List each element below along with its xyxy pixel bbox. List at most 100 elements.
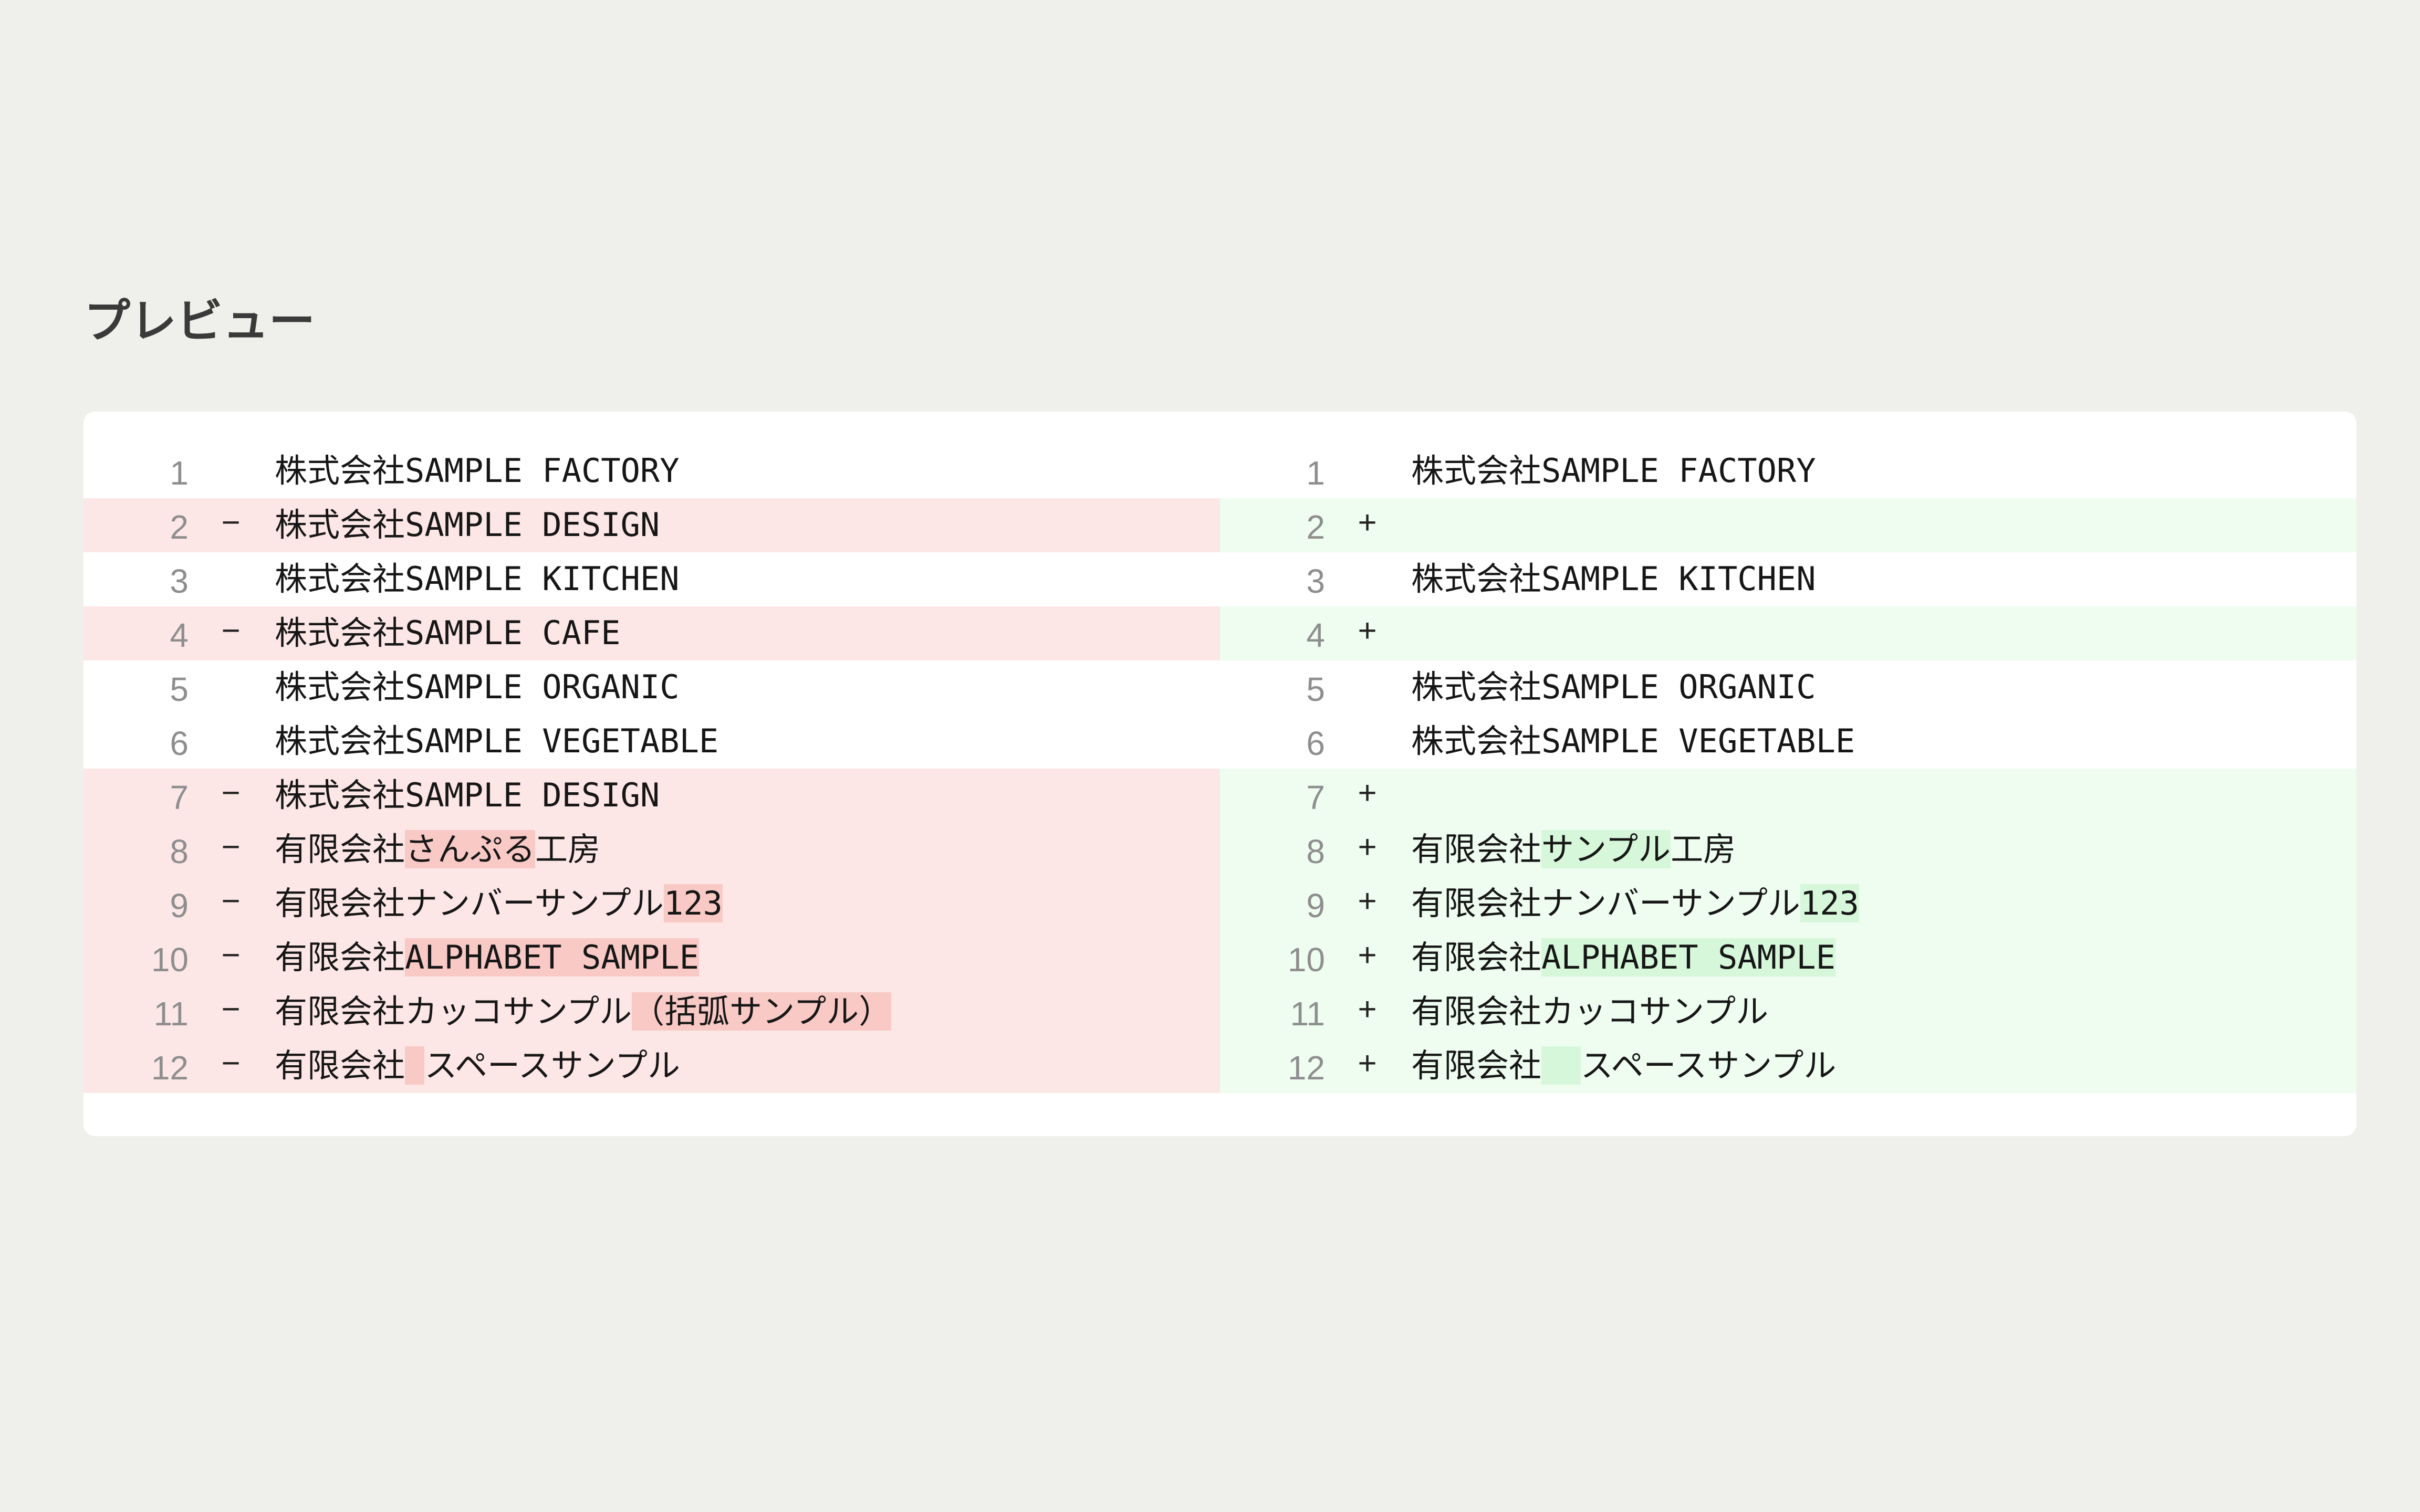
line-number: 12: [1287, 1049, 1325, 1087]
right-diff-row-add: 2 +: [1220, 498, 2356, 552]
right-diff-row-add: 7 +: [1220, 769, 2356, 823]
line-text: 有限会社: [275, 1046, 405, 1085]
added-marker: +: [1358, 614, 1378, 652]
left-diff-row-del: 8− 有限会社さんぷる工房: [84, 823, 1220, 877]
right-diff-row-same: 6 株式会社SAMPLE VEGETABLE: [1220, 715, 2356, 769]
line-number: 5: [1306, 670, 1325, 708]
line-content: 有限会社 スペースサンプル: [275, 1046, 681, 1085]
line-text: 株式会社SAMPLE CAFE: [275, 614, 621, 652]
line-text: スペースサンプル: [1580, 1046, 1837, 1085]
left-diff-row-del: 2− 株式会社SAMPLE DESIGN: [84, 498, 1220, 552]
line-content: 有限会社ALPHABET SAMPLE: [275, 938, 699, 976]
removed-marker: −: [221, 776, 241, 814]
removed-marker: −: [221, 506, 241, 543]
right-diff-row-add: 12 + 有限会社 スペースサンプル: [1220, 1039, 2356, 1093]
page-title: プレビュー: [84, 294, 316, 348]
line-content: 株式会社SAMPLE CAFE: [275, 616, 621, 650]
line-content: 株式会社SAMPLE ORGANIC: [275, 670, 680, 705]
right-diff-row-same: 3 株式会社SAMPLE KITCHEN: [1220, 552, 2356, 606]
added-text-highlight: [1541, 1046, 1581, 1085]
line-text: 有限会社: [1411, 938, 1542, 976]
line-number: 4: [170, 616, 189, 654]
line-text: 工房: [1671, 830, 1736, 868]
line-number: 7: [1306, 779, 1325, 816]
line-content: 株式会社SAMPLE FACTORY: [275, 454, 680, 488]
right-diff-row-add: 4 +: [1220, 606, 2356, 660]
line-number: 8: [1306, 833, 1325, 870]
line-number: 2: [170, 508, 189, 546]
line-text: 有限会社カッコサンプル: [1411, 992, 1769, 1031]
left-diff-row-same: 1 株式会社SAMPLE FACTORY: [84, 444, 1220, 498]
line-content: 有限会社ナンバーサンプル123: [1411, 884, 1859, 922]
line-number: 1: [170, 454, 189, 492]
line-number: 6: [170, 724, 189, 762]
line-text: 株式会社SAMPLE FACTORY: [1411, 452, 1816, 490]
left-diff-row-del: 11− 有限会社カッコサンプル（括弧サンプル）: [84, 985, 1220, 1039]
line-number: 5: [170, 670, 189, 708]
line-text: 有限会社: [1411, 1046, 1542, 1085]
line-text: 有限会社: [1411, 830, 1542, 868]
line-text: スペースサンプル: [424, 1046, 681, 1085]
right-diff-row-same: 1 株式会社SAMPLE FACTORY: [1220, 444, 2356, 498]
line-number: 11: [153, 995, 189, 1033]
removed-marker: −: [221, 939, 241, 976]
removed-text-highlight: （括弧サンプル）: [632, 992, 892, 1031]
line-content: 有限会社カッコサンプル: [1411, 994, 1768, 1029]
line-number: 10: [1287, 941, 1325, 979]
line-text: 株式会社SAMPLE ORGANIC: [275, 668, 680, 706]
left-diff-row-del: 12− 有限会社 スペースサンプル: [84, 1039, 1220, 1093]
right-diff-row-add: 10 + 有限会社ALPHABET SAMPLE: [1220, 931, 2356, 985]
line-content: 有限会社サンプル工房: [1411, 830, 1736, 868]
added-marker: +: [1358, 1047, 1378, 1084]
removed-text-highlight: 123: [663, 884, 723, 922]
line-content: 有限会社ALPHABET SAMPLE: [1411, 938, 1835, 976]
diff-pane-original: 1 株式会社SAMPLE FACTORY 2− 株式会社SAMPLE DESIGN 3 株…: [84, 444, 1220, 1093]
added-text-highlight: サンプル: [1541, 830, 1671, 868]
line-text: 株式会社SAMPLE VEGETABLE: [1411, 722, 1855, 760]
line-content: 株式会社SAMPLE KITCHEN: [1411, 562, 1816, 596]
added-marker: +: [1358, 993, 1378, 1030]
line-number: 2: [1306, 508, 1325, 546]
left-diff-row-del: 4− 株式会社SAMPLE CAFE: [84, 606, 1220, 660]
line-number: 9: [1306, 887, 1325, 925]
line-content: 株式会社SAMPLE VEGETABLE: [275, 724, 718, 759]
line-text: 株式会社SAMPLE VEGETABLE: [275, 722, 719, 760]
removed-marker: −: [221, 1047, 241, 1084]
line-text: 株式会社SAMPLE KITCHEN: [1411, 560, 1816, 598]
line-content: 有限会社 スペースサンプル: [1411, 1046, 1837, 1085]
removed-marker: −: [221, 885, 241, 922]
right-diff-row-add: 11 + 有限会社カッコサンプル: [1220, 985, 2356, 1039]
removed-text-highlight: [405, 1046, 425, 1085]
line-text: 株式会社SAMPLE DESIGN: [275, 506, 660, 544]
line-content: 有限会社ナンバーサンプル123: [275, 884, 723, 922]
line-content: 株式会社SAMPLE FACTORY: [1411, 454, 1816, 488]
line-content: 株式会社SAMPLE VEGETABLE: [1411, 724, 1855, 759]
added-text-highlight: ALPHABET SAMPLE: [1541, 938, 1835, 976]
added-marker: +: [1358, 885, 1378, 922]
line-number: 7: [170, 779, 189, 816]
left-diff-row-same: 3 株式会社SAMPLE KITCHEN: [84, 552, 1220, 606]
line-number: 1: [1306, 454, 1325, 492]
left-diff-row-del: 10− 有限会社ALPHABET SAMPLE: [84, 931, 1220, 985]
right-diff-row-same: 5 株式会社SAMPLE ORGANIC: [1220, 660, 2356, 715]
line-text: 有限会社: [275, 938, 405, 976]
line-text: 有限会社: [275, 830, 405, 868]
line-number: 8: [170, 833, 189, 870]
line-number: 3: [170, 562, 189, 600]
left-diff-row-same: 6 株式会社SAMPLE VEGETABLE: [84, 715, 1220, 769]
removed-marker: −: [221, 614, 241, 652]
line-number: 11: [1290, 995, 1325, 1033]
line-content: 株式会社SAMPLE KITCHEN: [275, 562, 680, 596]
line-text: 有限会社ナンバーサンプル: [1411, 884, 1800, 922]
line-text: 株式会社SAMPLE ORGANIC: [1411, 668, 1816, 706]
removed-text-highlight: さんぷる: [405, 830, 536, 868]
added-marker: +: [1358, 939, 1378, 976]
line-number: 9: [170, 887, 189, 925]
line-number: 6: [1306, 724, 1325, 762]
line-text: 工房: [535, 830, 601, 868]
right-diff-row-add: 8 + 有限会社サンプル工房: [1220, 823, 2356, 877]
left-diff-row-same: 5 株式会社SAMPLE ORGANIC: [84, 660, 1220, 715]
added-text-highlight: 123: [1800, 884, 1859, 922]
right-diff-row-add: 9 + 有限会社ナンバーサンプル123: [1220, 877, 2356, 931]
removed-marker: −: [221, 831, 241, 868]
